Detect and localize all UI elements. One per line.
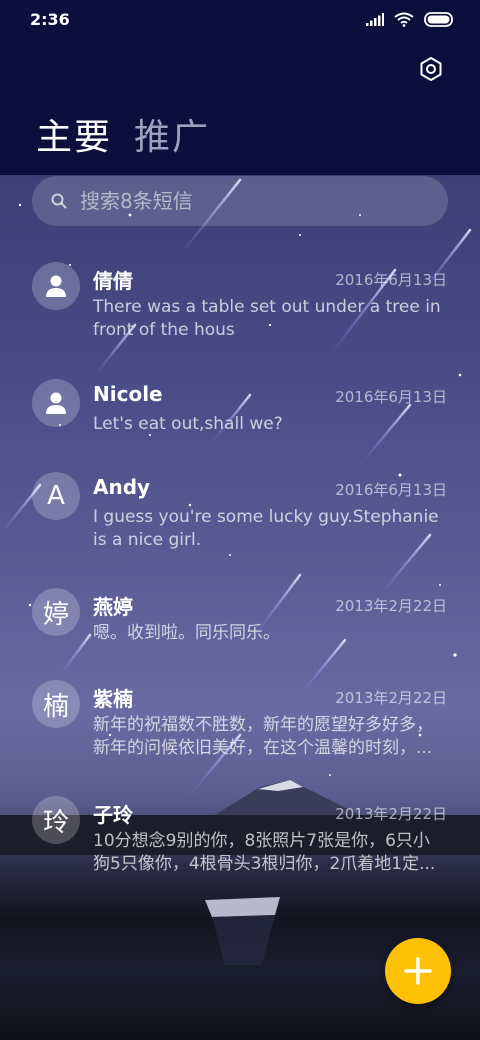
contact-name: 紫楠 (93, 687, 133, 711)
contact-name: 燕婷 (93, 595, 133, 619)
avatar: A (32, 472, 80, 520)
message-date: 2016年6月13日 (335, 388, 447, 406)
message-snippet: 嗯。收到啦。同乐同乐。 (93, 623, 280, 643)
search-icon (51, 193, 67, 209)
contact-name: Nicole (93, 382, 163, 406)
settings-icon[interactable] (418, 56, 444, 82)
contact-name: 倩倩 (93, 269, 133, 293)
person-icon (46, 392, 66, 414)
contact-name: Andy (93, 475, 151, 499)
tab-promotions[interactable]: 推广 (134, 108, 210, 160)
message-snippet: There was a table set out under a tree i… (93, 297, 441, 340)
status-time: 2:36 (30, 10, 70, 29)
list-item[interactable]: A Andy 2016年6月13日 I guess you're some lu… (0, 460, 480, 570)
plus-icon (404, 957, 432, 985)
avatar (32, 379, 80, 427)
avatar (32, 262, 80, 310)
list-item[interactable]: 倩倩 2016年6月13日 There was a table set out … (0, 250, 480, 360)
message-snippet: I guess you're some lucky guy.Stephanie … (93, 507, 439, 550)
search-bar[interactable] (32, 176, 448, 226)
tab-bar: 主要 推广 (36, 108, 210, 160)
message-date: 2016年6月13日 (335, 271, 447, 289)
wifi-icon (394, 12, 414, 27)
tab-primary[interactable]: 主要 (36, 108, 112, 160)
avatar: 玲 (32, 796, 80, 844)
battery-icon (424, 12, 453, 27)
avatar: 婷 (32, 588, 80, 636)
person-icon (46, 275, 66, 297)
status-bar: 2:36 (0, 0, 480, 40)
message-snippet: 新年的祝福数不胜数，新年的愿望好多好多，新年的问候依旧美好，在这个温馨的时刻，.… (93, 715, 433, 758)
contact-name: 子玲 (93, 803, 133, 827)
message-date: 2016年6月13日 (335, 481, 447, 499)
avatar: 楠 (32, 680, 80, 728)
message-date: 2013年2月22日 (335, 597, 447, 615)
compose-button[interactable] (385, 938, 451, 1004)
list-item[interactable]: 楠 紫楠 2013年2月22日 新年的祝福数不胜数，新年的愿望好多好多，新年的问… (0, 668, 480, 778)
message-date: 2013年2月22日 (335, 805, 447, 823)
message-snippet: 10分想念9别的你，8张照片7张是你，6只小狗5只像你，4根骨头3根归你，2爪着… (93, 831, 436, 874)
list-item[interactable]: 玲 子玲 2013年2月22日 10分想念9别的你，8张照片7张是你，6只小狗5… (0, 784, 480, 894)
signal-icon (366, 13, 384, 26)
message-snippet: Let's eat out,shall we? (93, 414, 283, 434)
search-input[interactable] (78, 188, 422, 214)
status-icons (366, 12, 454, 27)
message-date: 2013年2月22日 (335, 689, 447, 707)
header: 2:36 主要 推广 (0, 0, 480, 175)
